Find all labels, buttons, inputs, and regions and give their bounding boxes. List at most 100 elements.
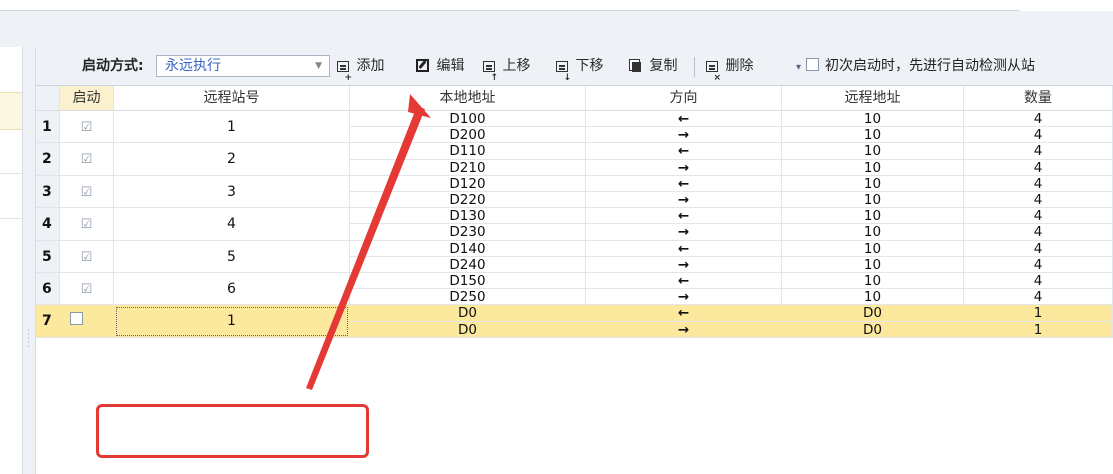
local-address-cell[interactable]: D130 <box>350 208 586 225</box>
remote-address-cell[interactable]: 10 <box>782 224 964 241</box>
quantity-column-header[interactable]: 数量 <box>964 86 1113 111</box>
remote-station-cell[interactable]: 5 <box>114 240 350 273</box>
add-button[interactable]: + 添加 <box>337 47 384 86</box>
copy-button[interactable]: 复制 <box>629 47 677 86</box>
remote-address-column-header[interactable]: 远程地址 <box>782 86 964 111</box>
row-number[interactable]: 5 <box>36 240 60 273</box>
local-address-cell[interactable]: D140 <box>350 240 586 257</box>
remote-station-cell[interactable]: 4 <box>114 208 350 241</box>
direction-cell[interactable]: ← <box>586 175 782 192</box>
left-nav-selected-item[interactable] <box>0 92 22 130</box>
remote-station-cell[interactable]: 2 <box>114 143 350 176</box>
local-address-column-header[interactable]: 本地地址 <box>350 86 586 111</box>
row-number[interactable]: 4 <box>36 208 60 241</box>
remote-address-cell[interactable]: 10 <box>782 256 964 273</box>
quantity-cell[interactable]: 4 <box>964 240 1113 257</box>
row-number[interactable]: 6 <box>36 273 60 306</box>
start-mode-select[interactable]: 永远执行 ▼ <box>156 55 330 77</box>
start-mode-value: 永远执行 <box>165 58 221 74</box>
checkmark-icon: ☑ <box>80 120 93 135</box>
local-address-cell[interactable]: D120 <box>350 175 586 192</box>
remote-address-cell[interactable]: 10 <box>782 208 964 225</box>
local-address-cell[interactable]: D0 <box>350 321 586 338</box>
quantity-cell[interactable]: 4 <box>964 208 1113 225</box>
quantity-cell[interactable]: 1 <box>964 321 1113 338</box>
enabled-checkbox[interactable] <box>60 305 114 338</box>
quantity-cell[interactable]: 4 <box>964 175 1113 192</box>
remote-address-cell[interactable]: 10 <box>782 111 964 128</box>
move-up-button[interactable]: ↑ 上移 <box>483 47 530 86</box>
direction-cell[interactable]: → <box>586 159 782 176</box>
remote-station-cell[interactable]: 3 <box>114 175 350 209</box>
remote-address-cell[interactable]: 10 <box>782 143 964 160</box>
local-address-cell[interactable]: D100 <box>350 111 586 128</box>
local-address-cell[interactable]: D200 <box>350 127 586 144</box>
auto-detect-checkbox[interactable] <box>806 58 820 71</box>
remote-station-cell[interactable]: 1 <box>114 305 350 338</box>
local-address-cell[interactable]: D230 <box>350 224 586 241</box>
local-address-cell[interactable]: D0 <box>350 305 586 322</box>
direction-cell[interactable]: → <box>586 127 782 144</box>
direction-cell[interactable]: → <box>586 289 782 306</box>
quantity-cell[interactable]: 4 <box>964 273 1113 290</box>
quantity-cell[interactable]: 4 <box>964 127 1113 144</box>
direction-cell[interactable]: ← <box>586 111 782 128</box>
direction-cell[interactable]: ← <box>586 208 782 225</box>
quantity-cell[interactable]: 4 <box>964 159 1113 176</box>
remote-station-column-header[interactable]: 远程站号 <box>114 86 350 111</box>
direction-cell[interactable]: ← <box>586 143 782 160</box>
remote-address-cell[interactable]: 10 <box>782 240 964 257</box>
enabled-checkbox[interactable]: ☑ <box>60 273 114 306</box>
remote-address-cell[interactable]: 10 <box>782 192 964 209</box>
direction-cell[interactable]: ← <box>586 273 782 290</box>
direction-cell[interactable]: → <box>586 192 782 209</box>
edit-button[interactable]: 编辑 <box>416 47 464 86</box>
row-number[interactable]: 7 <box>36 305 60 338</box>
quantity-cell[interactable]: 4 <box>964 224 1113 241</box>
quantity-cell[interactable]: 4 <box>964 256 1113 273</box>
auto-detect-label: 初次启动时，先进行自动检测从站 <box>825 58 1036 74</box>
direction-cell[interactable]: → <box>586 256 782 273</box>
move-down-button[interactable]: ↓ 下移 <box>556 47 603 86</box>
enabled-checkbox[interactable]: ☑ <box>60 175 114 209</box>
direction-cell[interactable]: → <box>586 321 782 338</box>
enabled-checkbox[interactable]: ☑ <box>60 111 114 144</box>
row-number[interactable]: 2 <box>36 143 60 176</box>
local-address-cell[interactable]: D240 <box>350 256 586 273</box>
local-address-cell[interactable]: D150 <box>350 273 586 290</box>
quantity-cell[interactable]: 4 <box>964 111 1113 128</box>
quantity-cell[interactable]: 4 <box>964 192 1113 209</box>
enabled-checkbox[interactable]: ☑ <box>60 240 114 273</box>
local-address-cell[interactable]: D220 <box>350 192 586 209</box>
quantity-cell[interactable]: 4 <box>964 289 1113 306</box>
local-address-cell[interactable]: D210 <box>350 159 586 176</box>
direction-column-header[interactable]: 方向 <box>586 86 782 111</box>
pane-splitter[interactable]: · · · · · <box>22 47 36 474</box>
overflow-arrow-icon: ▾ <box>796 62 802 73</box>
remote-address-cell[interactable]: 10 <box>782 159 964 176</box>
remote-address-cell[interactable]: D0 <box>782 321 964 338</box>
direction-cell[interactable]: → <box>586 224 782 241</box>
row-number-header <box>36 86 60 111</box>
delete-button[interactable]: × 删除 <box>706 47 753 86</box>
enabled-checkbox[interactable]: ☑ <box>60 143 114 176</box>
remote-address-cell[interactable]: 10 <box>782 127 964 144</box>
local-address-cell[interactable]: D250 <box>350 289 586 306</box>
quantity-cell[interactable]: 1 <box>964 305 1113 322</box>
auto-detect-option[interactable]: ▾ 初次启动时，先进行自动检测从站 <box>796 47 1035 86</box>
remote-address-cell[interactable]: D0 <box>782 305 964 322</box>
row-number[interactable]: 3 <box>36 175 60 209</box>
left-nav-divider <box>0 173 22 174</box>
remote-station-cell[interactable]: 6 <box>114 273 350 306</box>
row-number[interactable]: 1 <box>36 111 60 144</box>
remote-station-cell[interactable]: 1 <box>114 111 350 144</box>
enabled-checkbox[interactable]: ☑ <box>60 208 114 241</box>
start-column-header[interactable]: 启动 <box>60 86 114 111</box>
remote-address-cell[interactable]: 10 <box>782 289 964 306</box>
direction-cell[interactable]: ← <box>586 305 782 322</box>
direction-cell[interactable]: ← <box>586 240 782 257</box>
remote-address-cell[interactable]: 10 <box>782 175 964 192</box>
local-address-cell[interactable]: D110 <box>350 143 586 160</box>
remote-address-cell[interactable]: 10 <box>782 273 964 290</box>
quantity-cell[interactable]: 4 <box>964 143 1113 160</box>
